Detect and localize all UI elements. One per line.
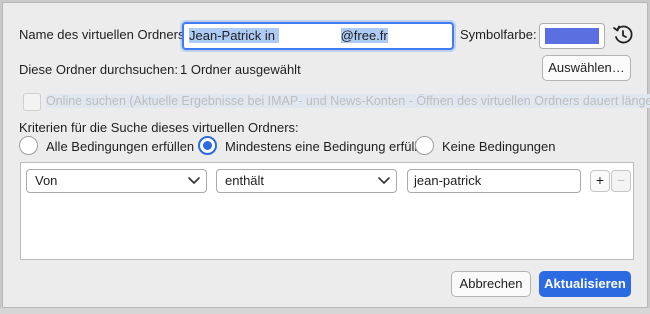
- symbol-color-label: Symbolfarbe:: [460, 27, 537, 42]
- history-reset-icon[interactable]: [612, 24, 634, 46]
- search-folders-label: Diese Ordner durchsuchen:: [19, 62, 178, 77]
- window-background-strip: [0, 308, 650, 314]
- radio-any-condition[interactable]: [198, 136, 217, 155]
- folder-name-label: Name des virtuellen Ordners:: [19, 27, 189, 42]
- rule-value-text: jean-patrick: [414, 173, 482, 188]
- symbol-color-picker[interactable]: [539, 23, 605, 49]
- rule-field-dropdown[interactable]: Von: [26, 169, 207, 193]
- rule-operator-dropdown[interactable]: enthält: [216, 169, 397, 193]
- criteria-list: Von enthält jean-patrick + −: [20, 162, 634, 260]
- folder-name-input[interactable]: Jean-Patrick in @free.fr: [182, 22, 454, 50]
- chevron-down-icon: [378, 177, 390, 184]
- online-search-label: Online suchen (Aktuelle Ergebnisse bei I…: [46, 94, 650, 108]
- color-swatch-fill: [545, 28, 599, 44]
- redacted-block: [278, 28, 341, 42]
- radio-all-conditions-label: Alle Bedingungen erfüllen: [46, 139, 195, 154]
- criteria-heading: Kriterien für die Suche dieses virtuelle…: [19, 120, 299, 135]
- radio-no-conditions-label: Keine Bedingungen: [442, 139, 556, 154]
- radio-any-condition-label: Mindestens eine Bedingung erfüllen: [225, 139, 432, 154]
- radio-no-conditions[interactable]: [415, 136, 434, 155]
- selected-folders-count: 1 Ordner ausgewählt: [180, 62, 301, 77]
- rule-value-input[interactable]: jean-patrick: [407, 169, 581, 193]
- online-search-checkbox[interactable]: [23, 93, 41, 111]
- add-rule-button[interactable]: +: [590, 170, 610, 192]
- folder-name-text-end: @free.fr: [340, 28, 388, 43]
- cancel-button[interactable]: Abbrechen: [451, 271, 531, 297]
- rule-operator-value: enthält: [225, 173, 265, 188]
- update-button[interactable]: Aktualisieren: [539, 271, 631, 297]
- folder-name-text-start: Jean-Patrick in: [189, 28, 279, 43]
- virtual-folder-dialog: Name des virtuellen Ordners: Jean-Patric…: [2, 2, 650, 308]
- select-folders-button[interactable]: Auswählen…: [542, 55, 631, 81]
- remove-rule-button[interactable]: −: [611, 170, 631, 192]
- radio-all-conditions[interactable]: [19, 136, 38, 155]
- chevron-down-icon: [188, 177, 200, 184]
- rule-field-value: Von: [35, 173, 58, 188]
